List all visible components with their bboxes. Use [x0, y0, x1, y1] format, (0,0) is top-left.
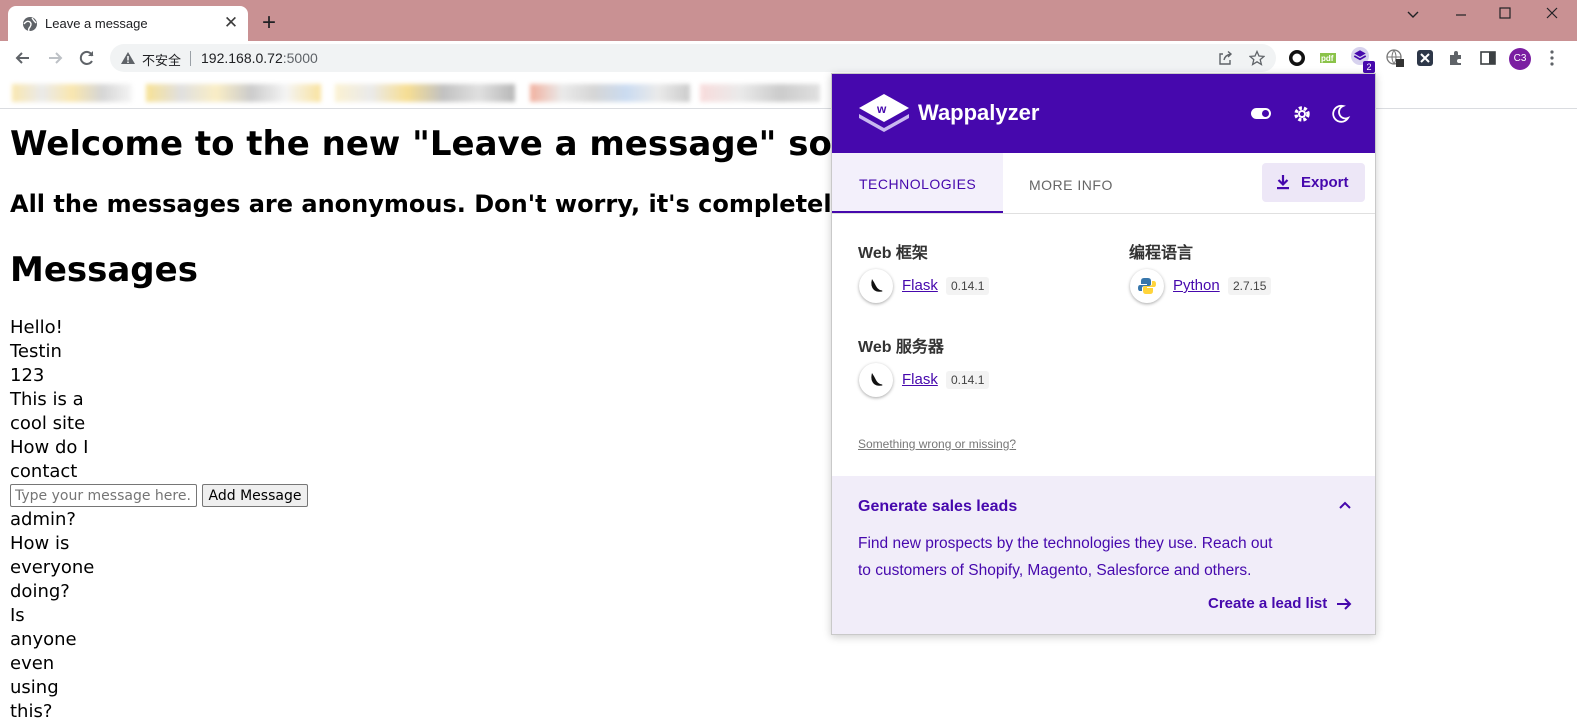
- reload-icon[interactable]: [77, 48, 97, 68]
- settings-gear-icon[interactable]: [1291, 104, 1313, 124]
- messages-heading: Messages: [10, 250, 198, 290]
- browser-toolbar: 不安全 192.168.0.72:5000 pdf 2 C3: [0, 41, 1577, 75]
- browser-titlebar: Leave a message ✕ +: [0, 0, 1577, 41]
- list-item: Is anyone even using this?: [10, 605, 77, 722]
- list-item: This is a cool site: [10, 389, 86, 434]
- version-badge: 2.7.15: [1228, 277, 1272, 295]
- bookmark-item[interactable]: [700, 84, 820, 102]
- minimize-icon[interactable]: [1449, 5, 1473, 25]
- flask-icon: [859, 269, 893, 303]
- address-bar[interactable]: 不安全 192.168.0.72:5000: [110, 44, 1276, 72]
- create-lead-list-link[interactable]: Create a lead list: [1208, 595, 1327, 612]
- wappalyzer-header: w Wappalyzer: [832, 74, 1375, 153]
- tech-link[interactable]: Flask: [902, 371, 938, 388]
- list-item: How is everyone doing?: [10, 533, 95, 602]
- globe-icon: [23, 17, 37, 32]
- close-icon[interactable]: ✕: [222, 14, 240, 32]
- version-badge: 0.14.1: [946, 371, 990, 389]
- tech-link[interactable]: Python: [1173, 277, 1220, 294]
- leads-title[interactable]: Generate sales leads: [858, 498, 1017, 516]
- add-message-button[interactable]: Add Message: [202, 484, 308, 507]
- wappalyzer-logo-icon: w: [859, 94, 909, 132]
- forward-icon[interactable]: [45, 48, 65, 68]
- flask-icon: [859, 363, 893, 397]
- wappalyzer-brand: Wappalyzer: [918, 100, 1040, 125]
- maximize-icon[interactable]: [1493, 3, 1517, 23]
- leads-line: Find new prospects by the technologies t…: [858, 535, 1273, 552]
- side-panel-icon[interactable]: [1479, 49, 1497, 67]
- x-extension-icon[interactable]: [1416, 49, 1434, 67]
- bookmark-item[interactable]: [146, 84, 321, 102]
- message-list: Hello! Testin 123 This is a cool site Ho…: [10, 316, 94, 724]
- tab-search-icon[interactable]: [1401, 5, 1425, 25]
- close-window-icon[interactable]: [1540, 3, 1564, 23]
- bookmark-star-icon[interactable]: [1249, 50, 1265, 66]
- profile-avatar[interactable]: C3: [1509, 48, 1531, 70]
- toggle-icon[interactable]: [1250, 104, 1272, 124]
- category-title: Web 服务器: [858, 339, 944, 356]
- message-input[interactable]: [10, 484, 197, 507]
- report-issue-link[interactable]: Something wrong or missing?: [858, 437, 1016, 451]
- circle-extension-icon[interactable]: [1288, 49, 1306, 67]
- bookmark-item[interactable]: [335, 84, 515, 102]
- arrow-right-icon[interactable]: [1336, 597, 1352, 611]
- page-subtitle: All the messages are anonymous. Don't wo…: [10, 190, 848, 218]
- more-menu-icon[interactable]: [1546, 49, 1558, 67]
- pdf-extension-icon[interactable]: pdf: [1319, 49, 1337, 67]
- url-host: 192.168.0.72: [201, 50, 283, 66]
- sales-leads-panel: Generate sales leads Find new prospects …: [832, 476, 1375, 634]
- extension-badge: 2: [1363, 61, 1375, 73]
- version-badge: 0.14.1: [946, 277, 990, 295]
- bookmark-item[interactable]: [530, 84, 690, 102]
- page-title: Welcome to the new "Leave a message" soc…: [10, 124, 899, 164]
- puzzle-extensions-icon[interactable]: [1447, 49, 1465, 67]
- list-item: Testin 123: [10, 341, 62, 386]
- browser-tab[interactable]: Leave a message ✕: [8, 6, 248, 41]
- list-item: Hello!: [10, 317, 63, 338]
- warning-icon[interactable]: [120, 51, 136, 65]
- tab-technologies-label: TECHNOLOGIES: [859, 176, 977, 192]
- bookmark-item[interactable]: [12, 84, 132, 102]
- wappalyzer-tabs: TECHNOLOGIES MORE INFO Export: [832, 153, 1375, 214]
- url-text[interactable]: 192.168.0.72:5000: [201, 50, 318, 66]
- svg-text:pdf: pdf: [1321, 54, 1334, 63]
- svg-text:w: w: [876, 102, 887, 116]
- category-title: Web 框架: [858, 245, 928, 262]
- share-icon[interactable]: [1217, 50, 1233, 66]
- download-icon: [1277, 175, 1289, 190]
- category-title: 编程语言: [1129, 245, 1194, 262]
- chevron-up-icon[interactable]: [1338, 500, 1352, 510]
- translate-extension-icon[interactable]: [1386, 49, 1404, 67]
- dark-mode-moon-icon[interactable]: [1329, 104, 1351, 124]
- leads-description: Find new prospects by the technologies t…: [858, 530, 1298, 584]
- security-label[interactable]: 不安全: [142, 50, 181, 69]
- tab-title: Leave a message: [45, 16, 148, 31]
- url-separator: [190, 51, 191, 66]
- export-label: Export: [1301, 174, 1349, 191]
- tab-technologies[interactable]: TECHNOLOGIES: [832, 153, 1003, 213]
- new-tab-button[interactable]: +: [258, 11, 280, 35]
- leads-line: to customers of Shopify, Magento, Salesf…: [858, 562, 1252, 579]
- url-port: :5000: [282, 50, 318, 66]
- tech-link[interactable]: Flask: [902, 277, 938, 294]
- export-button[interactable]: Export: [1262, 163, 1365, 202]
- tab-more-info[interactable]: MORE INFO: [1029, 177, 1113, 193]
- python-icon: [1130, 269, 1164, 303]
- back-icon[interactable]: [13, 48, 33, 68]
- wappalyzer-popup: w Wappalyzer TECHNOLOGIES MORE INFO Expo…: [831, 73, 1376, 635]
